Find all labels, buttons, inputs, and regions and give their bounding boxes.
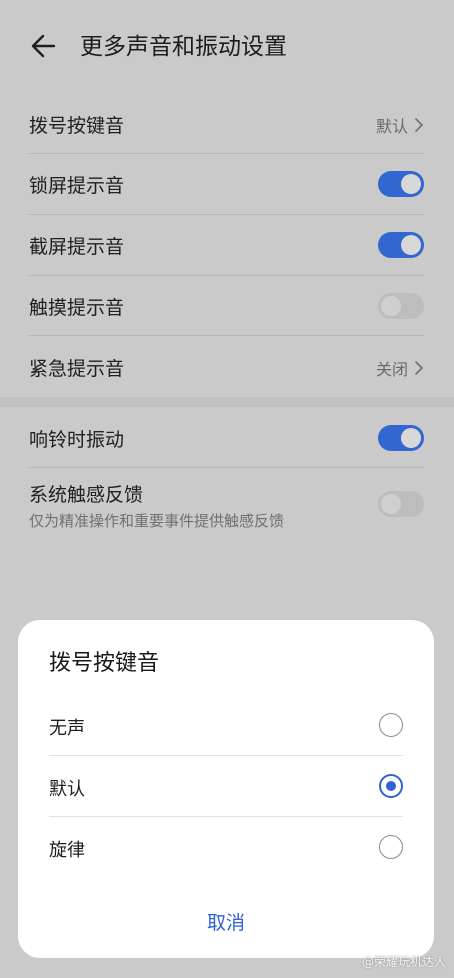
option-label: 旋律 xyxy=(49,840,85,861)
chevron-right-icon xyxy=(415,118,423,132)
cancel-button[interactable]: 取消 xyxy=(18,908,434,935)
ring-vibrate-toggle[interactable] xyxy=(378,425,424,451)
screenshot-sound-row: 截屏提示音 xyxy=(29,225,424,265)
lock-screen-sound-label: 锁屏提示音 xyxy=(29,175,125,197)
divider xyxy=(29,467,424,468)
screenshot-sound-toggle[interactable] xyxy=(378,232,424,258)
divider xyxy=(29,214,424,215)
option-label: 无声 xyxy=(49,718,85,739)
touch-sound-toggle[interactable] xyxy=(378,293,424,319)
lock-screen-sound-row: 锁屏提示音 xyxy=(29,164,424,204)
emergency-sound-value: 关闭 xyxy=(376,356,424,380)
lock-screen-sound-toggle[interactable] xyxy=(378,171,424,197)
option-silent[interactable]: 无声 xyxy=(49,696,403,756)
haptic-feedback-row: 系统触感反馈 仅为精准操作和重要事件提供触感反馈 xyxy=(29,478,424,534)
radio-button[interactable] xyxy=(379,835,403,859)
ring-vibrate-label: 响铃时振动 xyxy=(29,429,125,451)
dial-tone-dialog: 拨号按键音 无声 默认 旋律 取消 xyxy=(18,620,434,958)
option-default[interactable]: 默认 xyxy=(49,757,403,817)
dialog-title: 拨号按键音 xyxy=(49,651,160,676)
watermark: @荣耀玩机达人 xyxy=(361,955,446,969)
haptic-feedback-toggle[interactable] xyxy=(378,491,424,517)
dial-tone-value: 默认 xyxy=(376,113,424,137)
emergency-sound-row[interactable]: 紧急提示音 关闭 xyxy=(29,347,424,387)
divider xyxy=(29,335,424,336)
radio-button[interactable] xyxy=(379,713,403,737)
option-melody[interactable]: 旋律 xyxy=(49,818,403,878)
divider xyxy=(49,755,403,756)
touch-sound-row: 触摸提示音 xyxy=(29,286,424,326)
divider xyxy=(49,816,403,817)
section-separator xyxy=(0,397,454,407)
emergency-sound-value-text: 关闭 xyxy=(375,360,408,379)
chevron-right-icon xyxy=(415,361,423,375)
haptic-feedback-description: 仅为精准操作和重要事件提供触感反馈 xyxy=(29,512,285,530)
dial-tone-row[interactable]: 拨号按键音 默认 xyxy=(29,104,424,144)
touch-sound-label: 触摸提示音 xyxy=(29,297,125,319)
ring-vibrate-row: 响铃时振动 xyxy=(29,418,424,458)
app-header: 更多声音和振动设置 xyxy=(0,0,454,96)
emergency-sound-label: 紧急提示音 xyxy=(29,358,125,380)
divider xyxy=(29,153,424,154)
option-label: 默认 xyxy=(49,779,85,800)
screenshot-sound-label: 截屏提示音 xyxy=(29,236,125,258)
haptic-feedback-label: 系统触感反馈 xyxy=(29,484,144,506)
radio-button-selected[interactable] xyxy=(379,774,403,798)
dial-tone-label: 拨号按键音 xyxy=(29,115,125,137)
page-title: 更多声音和振动设置 xyxy=(80,34,287,60)
dial-tone-value-text: 默认 xyxy=(375,117,408,136)
divider xyxy=(29,275,424,276)
back-arrow-icon[interactable] xyxy=(28,30,60,62)
